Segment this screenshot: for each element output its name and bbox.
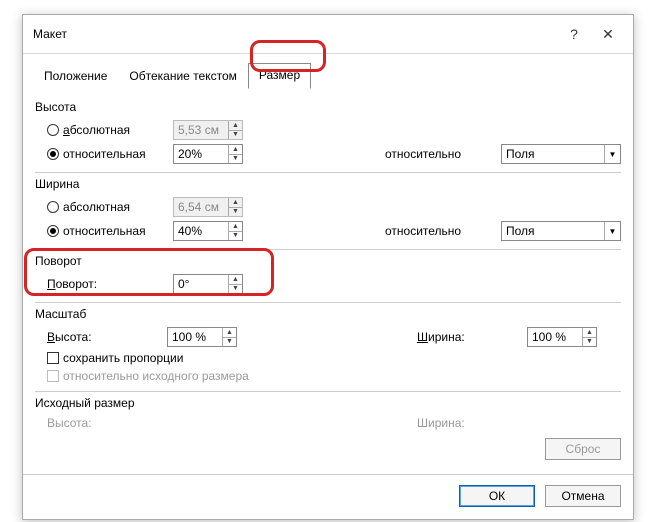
width-absolute-input[interactable] [174, 198, 228, 216]
tab-wrap[interactable]: Обтекание текстом [118, 64, 247, 89]
scale-height-input[interactable] [168, 328, 222, 346]
height-relative-to-value: Поля [502, 145, 604, 163]
radio-width-relative[interactable]: относительная [47, 224, 167, 238]
width-relative-to-label: относительно [385, 224, 495, 238]
spin-up-icon[interactable]: ▲ [229, 198, 242, 208]
spin-up-icon[interactable]: ▲ [229, 145, 242, 155]
height-relative-to-label: относительно [385, 147, 495, 161]
cancel-button[interactable]: Отмена [545, 485, 621, 507]
scale-width-spinner[interactable]: ▲▼ [527, 327, 597, 347]
spin-down-icon[interactable]: ▼ [229, 155, 242, 164]
height-absolute-spinner[interactable]: ▲▼ [173, 120, 243, 140]
chevron-down-icon[interactable]: ▼ [604, 222, 620, 240]
layout-dialog: Макет ? ✕ Положение Обтекание текстом Ра… [22, 14, 634, 520]
width-absolute-spinner[interactable]: ▲▼ [173, 197, 243, 217]
width-relative-spinner[interactable]: ▲▼ [173, 221, 243, 241]
titlebar: Макет ? ✕ [23, 15, 633, 54]
scale-height-label: Высота: [47, 330, 167, 344]
tab-position[interactable]: Положение [33, 64, 118, 89]
reset-button[interactable]: Сброс [545, 438, 621, 460]
lock-aspect-checkbox[interactable]: сохранить пропорции [47, 351, 183, 365]
width-relative-to-value: Поля [502, 222, 604, 240]
group-height: Высота [35, 96, 621, 118]
help-button[interactable]: ? [557, 23, 591, 45]
dialog-footer: ОК Отмена [23, 474, 633, 519]
spin-down-icon[interactable]: ▼ [229, 232, 242, 241]
ok-button[interactable]: ОК [459, 485, 535, 507]
orig-width-label: Ширина: [417, 416, 527, 430]
tab-size[interactable]: Размер [248, 63, 311, 89]
spin-down-icon[interactable]: ▼ [223, 338, 236, 347]
width-relative-to-combo[interactable]: Поля ▼ [501, 221, 621, 241]
width-relative-input[interactable] [174, 222, 228, 240]
group-scale: Масштаб [35, 302, 621, 325]
height-relative-spinner[interactable]: ▲▼ [173, 144, 243, 164]
spin-down-icon[interactable]: ▼ [229, 285, 242, 294]
radio-height-absolute[interactable]: абсолютная [47, 123, 167, 137]
spin-down-icon[interactable]: ▼ [583, 338, 596, 347]
height-absolute-input[interactable] [174, 121, 228, 139]
rotation-input[interactable] [174, 275, 228, 293]
height-relative-input[interactable] [174, 145, 228, 163]
dialog-title: Макет [33, 27, 557, 41]
spin-down-icon[interactable]: ▼ [229, 208, 242, 217]
rotation-spinner[interactable]: ▲▼ [173, 274, 243, 294]
group-rotation: Поворот [35, 249, 621, 272]
scale-height-spinner[interactable]: ▲▼ [167, 327, 237, 347]
dialog-body: Высота абсолютная ▲▼ относительная ▲▼ от… [23, 88, 633, 468]
group-width: Ширина [35, 172, 621, 195]
radio-height-relative[interactable]: относительная [47, 147, 167, 161]
spin-up-icon[interactable]: ▲ [583, 328, 596, 338]
spin-up-icon[interactable]: ▲ [229, 222, 242, 232]
scale-width-input[interactable] [528, 328, 582, 346]
spin-down-icon[interactable]: ▼ [229, 131, 242, 140]
height-relative-to-combo[interactable]: Поля ▼ [501, 144, 621, 164]
orig-height-label: Высота: [47, 416, 167, 430]
tab-strip: Положение Обтекание текстом Размер [23, 54, 633, 88]
spin-up-icon[interactable]: ▲ [229, 121, 242, 131]
radio-width-absolute[interactable]: абсолютная [47, 200, 167, 214]
group-original-size: Исходный размер [35, 391, 621, 414]
relative-original-checkbox: относительно исходного размера [47, 369, 249, 383]
chevron-down-icon[interactable]: ▼ [604, 145, 620, 163]
spin-up-icon[interactable]: ▲ [229, 275, 242, 285]
rotation-label: Поворот: [47, 277, 97, 291]
scale-width-label: Ширина: [417, 330, 527, 344]
close-button[interactable]: ✕ [591, 23, 625, 45]
spin-up-icon[interactable]: ▲ [223, 328, 236, 338]
